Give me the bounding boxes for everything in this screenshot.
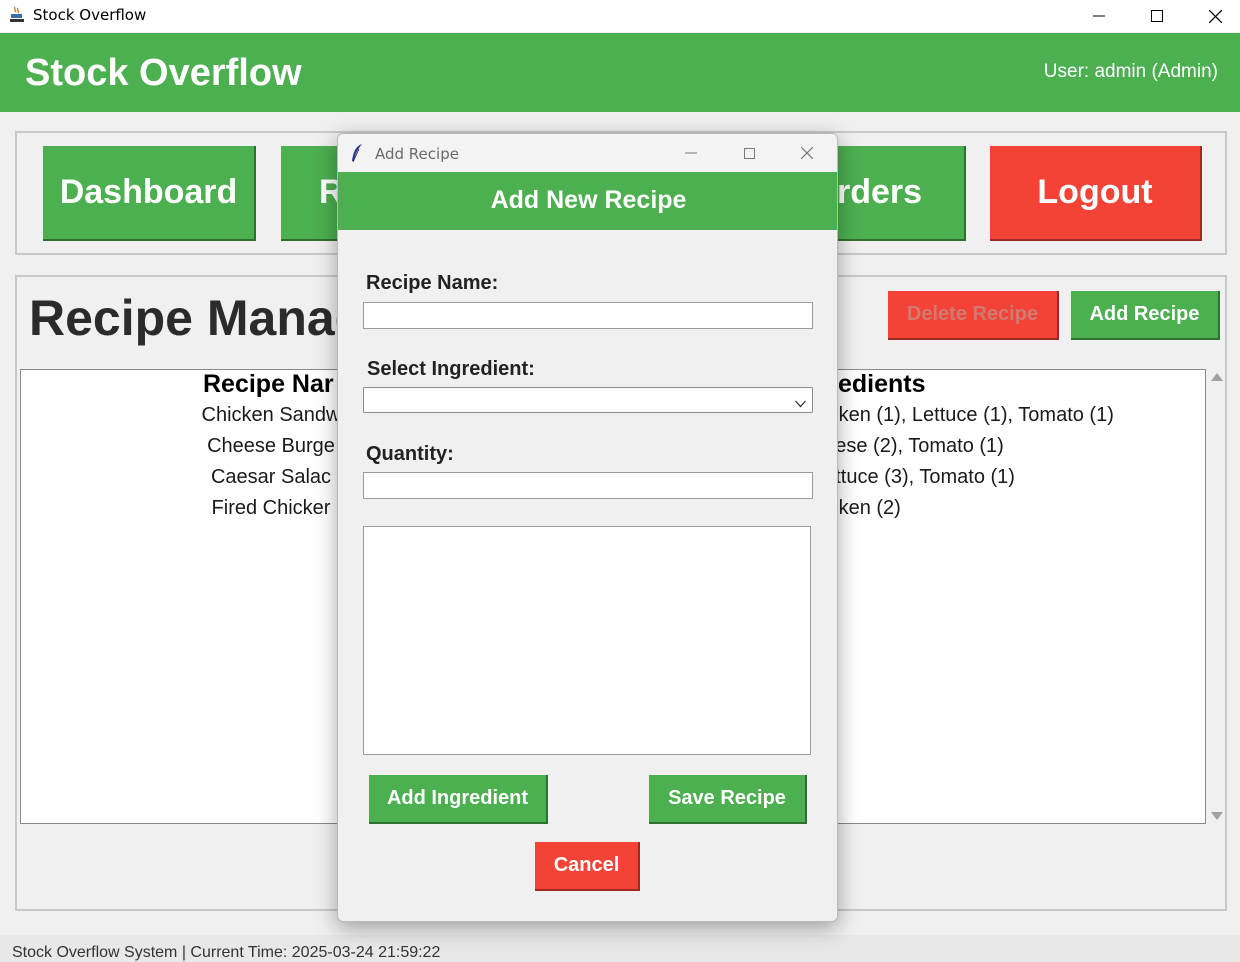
app-title: Stock Overflow <box>25 52 302 94</box>
close-icon <box>801 147 813 159</box>
dialog-maximize-button[interactable] <box>729 140 769 166</box>
window-title: Stock Overflow <box>33 6 147 24</box>
quantity-label: Quantity: <box>366 443 454 465</box>
quantity-input[interactable] <box>363 472 813 499</box>
save-recipe-button[interactable]: Save Recipe <box>649 775 807 824</box>
ingredient-select[interactable] <box>363 387 813 413</box>
dialog-close-button[interactable] <box>787 140 827 166</box>
maximize-icon <box>1151 10 1163 22</box>
recipe-name-label: Recipe Name: <box>366 272 499 294</box>
feather-icon <box>350 143 364 168</box>
add-ingredient-button[interactable]: Add Ingredient <box>369 775 548 824</box>
select-ingredient-label: Select Ingredient: <box>367 358 535 380</box>
recipe-ingredients-cell[interactable]: hicken (1), Lettuce (1), Tomato (1) <box>813 404 1114 427</box>
close-icon <box>1208 9 1222 23</box>
page-title: Recipe Manag <box>29 290 366 346</box>
maximize-button[interactable] <box>1128 0 1186 32</box>
dialog-heading: Add New Recipe <box>490 186 687 214</box>
minimize-icon <box>1093 15 1105 17</box>
maximize-icon <box>743 147 755 159</box>
logout-button[interactable]: Logout <box>990 146 1202 241</box>
ingredients-list-box[interactable] <box>363 526 811 755</box>
scroll-down-icon[interactable] <box>1211 812 1223 820</box>
dialog-titlebar: Add Recipe <box>338 134 837 172</box>
cancel-button[interactable]: Cancel <box>535 842 640 891</box>
vertical-scrollbar[interactable] <box>1207 369 1225 824</box>
recipe-name-input[interactable] <box>363 302 813 329</box>
status-text: Stock Overflow System | Current Time: 20… <box>12 944 441 961</box>
add-recipe-dialog: Add Recipe Add New Recipe Recipe Name: S… <box>337 133 838 922</box>
minimize-icon <box>685 152 697 154</box>
java-cup-icon <box>8 6 26 24</box>
minimize-button[interactable] <box>1070 0 1128 32</box>
recipe-name-column-header[interactable]: Recipe Nar <box>203 370 334 399</box>
dashboard-button[interactable]: Dashboard <box>43 146 256 241</box>
chevron-down-icon[interactable] <box>795 395 806 413</box>
dialog-minimize-button[interactable] <box>671 140 711 166</box>
delete-recipe-button[interactable]: Delete Recipe <box>888 291 1059 340</box>
window-titlebar: Stock Overflow <box>0 0 1240 32</box>
user-label: User: admin (Admin) <box>1043 61 1218 82</box>
scroll-up-icon[interactable] <box>1211 373 1223 381</box>
dialog-title: Add Recipe <box>375 145 459 163</box>
dialog-header: Add New Recipe <box>338 172 837 230</box>
recipe-ingredients-cell[interactable]: heese (2), Tomato (1) <box>813 435 1004 458</box>
recipe-ingredients-cell[interactable]: Lettuce (3), Tomato (1) <box>813 466 1015 489</box>
app-header: Stock Overflow User: admin (Admin) <box>0 33 1240 112</box>
orders-nav-button[interactable]: rders <box>837 146 966 241</box>
status-bar: Stock Overflow System | Current Time: 20… <box>0 935 1240 962</box>
close-button[interactable] <box>1186 0 1240 32</box>
add-recipe-button[interactable]: Add Recipe <box>1071 291 1220 340</box>
